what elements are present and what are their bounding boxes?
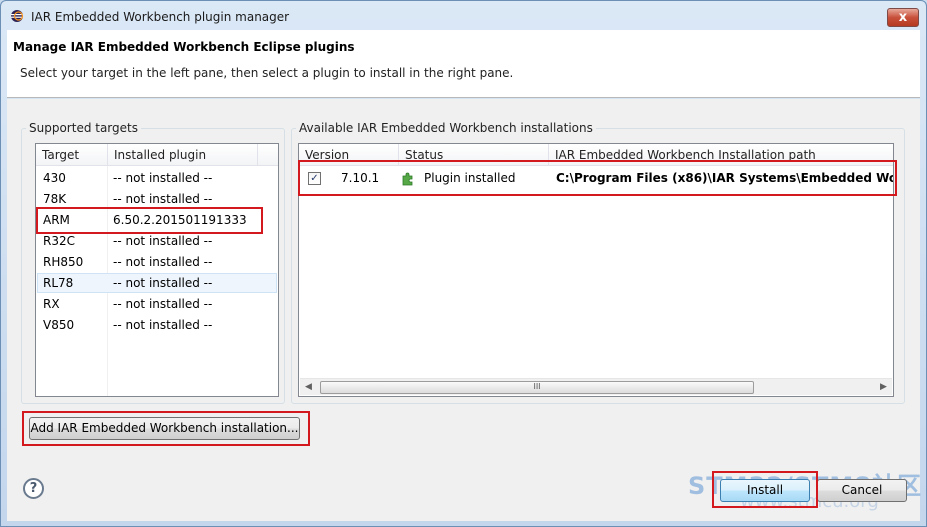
plugin-cell: -- not installed -- — [113, 318, 213, 332]
target-cell: 78K — [43, 192, 67, 206]
column-header-version[interactable]: Version — [299, 144, 399, 166]
plugin-cell: 6.50.2.201501191333 — [113, 213, 247, 227]
plugin-cell: -- not installed -- — [113, 234, 213, 248]
target-cell: 430 — [43, 171, 66, 185]
horizontal-scrollbar[interactable]: ◀ III ▶ — [300, 378, 892, 395]
table-row[interactable]: R32C -- not installed -- — [37, 231, 277, 251]
plugin-cell: -- not installed -- — [113, 297, 213, 311]
status-cell: Plugin installed — [424, 171, 516, 185]
header-message: Select your target in the left pane, the… — [20, 66, 514, 80]
supported-targets-legend: Supported targets — [29, 121, 138, 135]
scroll-right-icon[interactable]: ▶ — [880, 382, 887, 392]
table-row[interactable]: 78K -- not installed -- — [37, 189, 277, 209]
close-button[interactable]: x — [887, 8, 919, 27]
title-bar[interactable]: IAR Embedded Workbench plugin manager x — [1, 1, 926, 31]
installations-legend: Available IAR Embedded Workbench install… — [299, 121, 593, 135]
column-header-filler — [258, 144, 278, 166]
table-row[interactable]: RH850 -- not installed -- — [37, 252, 277, 272]
scroll-left-icon[interactable]: ◀ — [305, 382, 312, 392]
plugin-cell: -- not installed -- — [113, 192, 213, 206]
column-header-status[interactable]: Status — [399, 144, 549, 166]
target-cell: RX — [43, 297, 60, 311]
plugin-cell: -- not installed -- — [113, 171, 213, 185]
plugin-puzzle-icon — [402, 172, 413, 186]
window-title: IAR Embedded Workbench plugin manager — [31, 10, 290, 24]
target-cell: RL78 — [43, 276, 74, 290]
column-header-target[interactable]: Target — [36, 144, 108, 166]
table-row[interactable]: V850 -- not installed -- — [37, 315, 277, 335]
target-cell: RH850 — [43, 255, 84, 269]
target-cell: R32C — [43, 234, 75, 248]
version-cell: 7.10.1 — [341, 171, 380, 185]
install-checkbox[interactable]: ✓ — [308, 172, 321, 185]
column-header-installed-plugin[interactable]: Installed plugin — [108, 144, 258, 166]
path-cell: C:\Program Files (x86)\IAR Systems\Embed… — [556, 171, 894, 185]
column-header-path[interactable]: IAR Embedded Workbench Installation path — [549, 144, 893, 166]
table-row[interactable]: ARM 6.50.2.201501191333 — [37, 210, 277, 230]
scroll-thumb[interactable]: III — [320, 381, 754, 394]
install-button[interactable]: Install — [720, 479, 810, 502]
targets-table[interactable]: Target Installed plugin 430 -- not insta… — [35, 143, 279, 397]
dialog-header: Manage IAR Embedded Workbench Eclipse pl… — [7, 30, 920, 98]
header-title: Manage IAR Embedded Workbench Eclipse pl… — [13, 40, 355, 54]
plugin-cell: -- not installed -- — [113, 255, 213, 269]
cancel-button[interactable]: Cancel — [817, 479, 907, 502]
help-icon[interactable]: ? — [23, 478, 44, 499]
installations-table[interactable]: Version Status IAR Embedded Workbench In… — [298, 143, 894, 397]
target-cell: V850 — [43, 318, 75, 332]
add-installation-button[interactable]: Add IAR Embedded Workbench installation.… — [29, 417, 300, 440]
table-row[interactable]: RX -- not installed -- — [37, 294, 277, 314]
table-row[interactable]: 430 -- not installed -- — [37, 168, 277, 188]
table-row-selected[interactable]: RL78 -- not installed -- — [37, 273, 277, 293]
eclipse-icon — [11, 10, 24, 22]
plugin-cell: -- not installed -- — [113, 276, 213, 290]
target-cell: ARM — [43, 213, 70, 227]
table-row[interactable]: ✓ 7.10.1 Plugin installed C:\Program Fil… — [300, 168, 894, 190]
